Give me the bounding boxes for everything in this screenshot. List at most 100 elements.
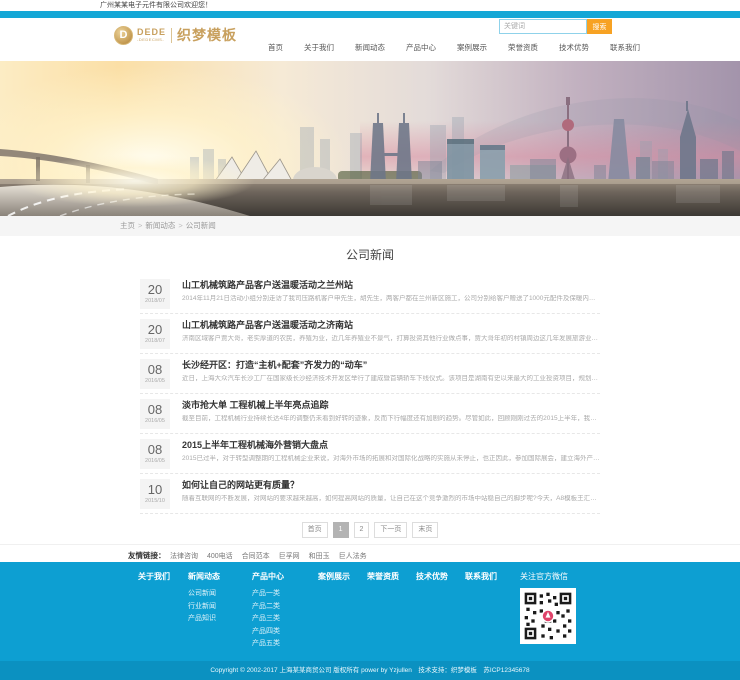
news-body: 2015上半年工程机械海外营销大盘点2015已过半，对于转型调整期的工程机械企业…: [182, 439, 600, 468]
footer-column-title[interactable]: 案例展示: [318, 572, 367, 582]
nav-item-1[interactable]: 关于我们: [304, 42, 334, 53]
hero-banner: [0, 61, 740, 216]
news-date-day: 20: [140, 319, 170, 338]
friend-links: 法律咨询 400电话 合同范本 巨孚网 和田玉 巨人法务: [170, 545, 376, 562]
news-title[interactable]: 长沙经开区：打造“主机+配套”齐发力的“动车”: [182, 360, 600, 371]
news-title[interactable]: 山工机械筑路产品客户送温暖活动之济南站: [182, 320, 600, 331]
friend-link-4[interactable]: 和田玉: [309, 553, 330, 560]
footer-sub-link[interactable]: 产品四类: [252, 628, 318, 636]
wechat-follow-block: 关注官方微信: [520, 572, 640, 653]
copyright-bar: Copyright © 2002-2017 上海某某商贸公司 版权所有 powe…: [0, 661, 740, 680]
news-body: 山工机械筑路产品客户送温暖活动之济南站济南区域客户贾大哥，老实厚道的农民，养殖为…: [182, 319, 600, 348]
nav-item-4[interactable]: 案例展示: [457, 42, 487, 53]
friend-link-5[interactable]: 巨人法务: [339, 553, 367, 560]
breadcrumb-bar: 主页>新闻动态>公司新闻: [0, 216, 740, 236]
search-bar: 搜索: [499, 19, 612, 34]
news-date-day: 20: [140, 279, 170, 298]
footer-column-2: 产品中心产品一类产品二类产品三类产品四类产品五类: [252, 572, 318, 653]
news-date-box: 202018/07: [140, 319, 170, 349]
site-header: D DEDE -DEDECMS- 织梦模板 搜索 首页 关于我们 新闻动态 产品中心 案…: [0, 18, 740, 61]
news-item[interactable]: 202018/07 山工机械筑路产品客户送温暖活动之兰州站 2014年11月21日活…: [140, 274, 600, 314]
news-date-yearmonth: 2016/05: [140, 378, 170, 385]
footer-column-3: 案例展示: [318, 572, 367, 653]
friend-links-bar: 友情链接： 法律咨询 400电话 合同范本 巨孚网 和田玉 巨人法务: [0, 544, 740, 562]
page-title: 公司新闻: [0, 248, 740, 262]
news-date-box: 082016/05: [140, 399, 170, 429]
news-summary: 济南区域客户贾大哥，老实厚道的农民，养殖为业，近几年养殖业不景气，打算投资其他行…: [182, 335, 600, 343]
logo-divider: [171, 28, 172, 43]
news-title[interactable]: 如何让自己的网站更有质量？: [182, 480, 600, 491]
footer-sub-link[interactable]: 行业新闻: [188, 603, 252, 611]
breadcrumb-item-2: 公司新闻: [186, 221, 216, 230]
news-summary: 2014年11月21日活动小组分别走访了我司压路机客户申先生，胡先生，两客户都在…: [182, 295, 600, 303]
news-body: 长沙经开区：打造“主机+配套”齐发力的“动车”近日，上海大众汽车长沙工厂在国家级…: [182, 359, 600, 388]
news-date-day: 08: [140, 399, 170, 418]
footer-column-title[interactable]: 产品中心: [252, 572, 318, 582]
news-date-yearmonth: 2015/10: [140, 498, 170, 505]
pagination: 首页 12下一页末页: [0, 522, 740, 538]
news-date-yearmonth: 2016/05: [140, 458, 170, 465]
news-title[interactable]: 淡市抢大单 工程机械上半年亮点追踪: [182, 400, 600, 411]
footer-column-5: 技术优势: [416, 572, 465, 653]
friend-link-2[interactable]: 合同范本: [242, 553, 270, 560]
logo-brand-subtext: -DEDECMS-: [137, 38, 166, 42]
copyright-text: Copyright © 2002-2017 上海某某商贸公司 版权所有 powe…: [210, 667, 529, 674]
pagination-button-4[interactable]: 末页: [412, 522, 438, 538]
friend-link-3[interactable]: 巨孚网: [279, 553, 300, 560]
pagination-button-3[interactable]: 下一页: [374, 522, 407, 538]
footer-sub-link[interactable]: 产品知识: [188, 615, 252, 623]
footer-sub-link[interactable]: 产品五类: [252, 640, 318, 648]
footer-column-title[interactable]: 关于我们: [138, 572, 188, 582]
news-date-day: 08: [140, 439, 170, 458]
search-button[interactable]: 搜索: [587, 19, 612, 34]
logo-brand-text: DEDE: [137, 28, 166, 37]
wechat-qr-code: [520, 588, 576, 644]
pagination-button-1[interactable]: 1: [333, 522, 349, 538]
site-name: 织梦模板: [177, 25, 237, 45]
footer-sub-link[interactable]: 产品三类: [252, 615, 318, 623]
footer-column-title[interactable]: 荣誉资质: [367, 572, 416, 582]
footer-column-title[interactable]: 技术优势: [416, 572, 465, 582]
breadcrumb-separator: >: [138, 221, 142, 230]
main-content: 公司新闻 202018/07山工机械筑路产品客户送温暖活动之兰州站2014年11…: [0, 236, 740, 544]
footer-column-title[interactable]: 新闻动态: [188, 572, 252, 582]
qr-code-image: [523, 591, 573, 641]
footer-sub-link[interactable]: 产品二类: [252, 603, 318, 611]
nav-item-0[interactable]: 首页: [268, 42, 283, 53]
logo-brand-block: DEDE -DEDECMS-: [137, 28, 166, 42]
logo-coin-icon: D: [114, 26, 133, 45]
news-date-box: 082016/05: [140, 359, 170, 389]
news-date-box: 202018/07: [140, 279, 170, 309]
search-input[interactable]: [499, 19, 587, 34]
news-item[interactable]: 082016/05淡市抢大单 工程机械上半年亮点追踪截至目前，工程机械行业持续长…: [140, 394, 600, 434]
news-date-box: 102015/10: [140, 479, 170, 509]
footer-sub-link[interactable]: 公司新闻: [188, 590, 252, 598]
nav-item-3[interactable]: 产品中心: [406, 42, 436, 53]
news-item[interactable]: 082016/05 长沙经开区：打造“主机+配套”齐发力的“动车”近日，上海大众汽…: [140, 354, 600, 394]
top-welcome-bar: 广州某某电子元件有限公司欢迎您！: [0, 0, 740, 11]
news-title[interactable]: 山工机械筑路产品客户送温暖活动之兰州站: [182, 280, 600, 291]
site-logo[interactable]: D DEDE -DEDECMS- 织梦模板: [114, 25, 237, 45]
pagination-button-2[interactable]: 2: [354, 522, 370, 538]
news-title[interactable]: 2015上半年工程机械海外营销大盘点: [182, 440, 600, 451]
breadcrumb-item-0[interactable]: 主页: [120, 221, 135, 230]
footer-sub-link[interactable]: 产品一类: [252, 590, 318, 598]
news-date-box: 082016/05: [140, 439, 170, 469]
footer-column-title[interactable]: 联系我们: [465, 572, 514, 582]
news-date-day: 08: [140, 359, 170, 378]
pagination-button-0[interactable]: 首页: [302, 522, 328, 538]
nav-item-2[interactable]: 新闻动态: [355, 42, 385, 53]
news-item[interactable]: 082016/05 2015上半年工程机械海外营销大盘点2015已过半，对于转型调…: [140, 434, 600, 474]
breadcrumb-item-1[interactable]: 新闻动态: [145, 221, 175, 230]
friend-links-label: 友情链接：: [128, 551, 166, 560]
footer-column-6: 联系我们: [465, 572, 514, 653]
news-date-yearmonth: 2018/07: [140, 298, 170, 305]
nav-item-5[interactable]: 荣誉资质: [508, 42, 538, 53]
news-item[interactable]: 202018/07 山工机械筑路产品客户送温暖活动之济南站济南区域客户贾大哥，老实…: [140, 314, 600, 354]
nav-item-7[interactable]: 联系我们: [610, 42, 640, 53]
friend-link-1[interactable]: 400电话: [207, 553, 233, 560]
footer-column-4: 荣誉资质: [367, 572, 416, 653]
friend-link-0[interactable]: 法律咨询: [170, 553, 198, 560]
news-item[interactable]: 102015/10如何让自己的网站更有质量？随着互联网的不断发展，对网站的要求越…: [140, 474, 600, 514]
nav-item-6[interactable]: 技术优势: [559, 42, 589, 53]
